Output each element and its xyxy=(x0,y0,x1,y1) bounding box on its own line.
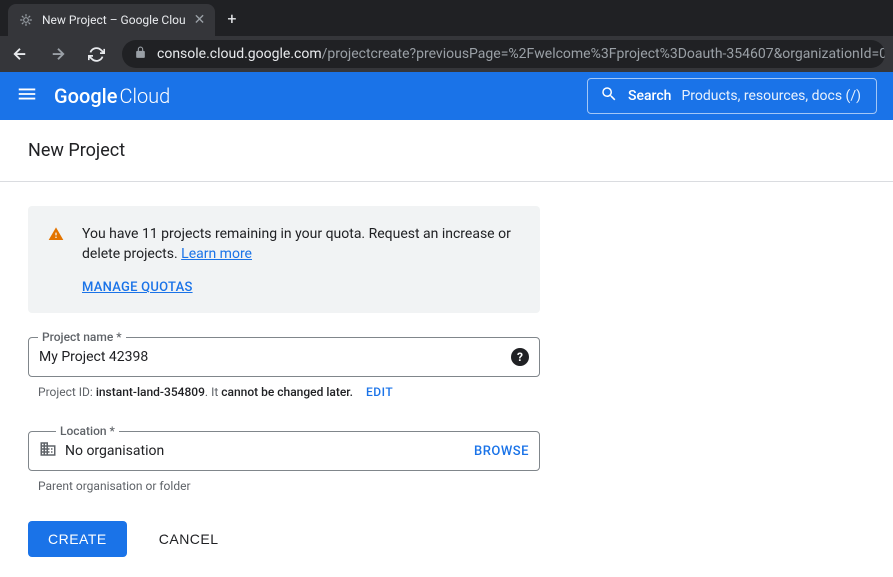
url-input[interactable]: console.cloud.google.com/projectcreate?p… xyxy=(122,40,885,68)
browse-button[interactable]: BROWSE xyxy=(474,444,529,459)
browser-tab[interactable]: New Project – Google Clou ✕ xyxy=(8,4,215,36)
page-content: New Project You have 11 projects remaini… xyxy=(0,120,893,577)
help-icon[interactable]: ? xyxy=(511,348,529,366)
quota-text: You have 11 projects remaining in your q… xyxy=(82,224,520,264)
learn-more-link[interactable]: Learn more xyxy=(181,246,252,262)
divider xyxy=(0,181,893,182)
search-label: Search xyxy=(628,88,671,104)
organization-icon xyxy=(39,440,57,462)
google-cloud-logo[interactable]: Google Cloud xyxy=(54,84,170,108)
search-placeholder: Products, resources, docs (/) xyxy=(681,88,861,104)
search-icon xyxy=(600,85,618,107)
location-value: No organisation xyxy=(65,443,466,459)
page-title: New Project xyxy=(28,140,865,161)
project-name-value: My Project 42398 xyxy=(39,349,503,365)
create-button[interactable]: CREATE xyxy=(28,521,127,557)
tab-favicon-icon xyxy=(18,12,34,28)
forward-button[interactable] xyxy=(46,42,70,66)
search-box[interactable]: Search Products, resources, docs (/) xyxy=(587,78,877,114)
manage-quotas-link[interactable]: MANAGE QUOTAS xyxy=(82,280,193,295)
cloud-header: Google Cloud Search Products, resources,… xyxy=(0,72,893,120)
warning-icon xyxy=(48,226,64,295)
project-id-hint: Project ID: instant-land-354809. It cann… xyxy=(28,385,865,399)
tab-close-icon[interactable]: ✕ xyxy=(194,12,206,28)
tab-title: New Project – Google Clou xyxy=(42,13,186,27)
location-hint: Parent organisation or folder xyxy=(28,479,865,493)
cancel-button[interactable]: CANCEL xyxy=(139,521,239,557)
project-name-field: Project name * My Project 42398 ? xyxy=(28,337,540,377)
browser-chrome: New Project – Google Clou ✕ + console.cl… xyxy=(0,0,893,72)
hamburger-menu-icon[interactable] xyxy=(16,83,38,109)
quota-notice: You have 11 projects remaining in your q… xyxy=(28,206,540,313)
location-field: Location * No organisation BROWSE xyxy=(28,431,540,471)
action-buttons: CREATE CANCEL xyxy=(28,521,865,557)
lock-icon xyxy=(134,46,147,63)
location-label: Location * xyxy=(56,424,119,438)
edit-project-id-link[interactable]: EDIT xyxy=(366,385,393,399)
reload-button[interactable] xyxy=(84,42,108,66)
tab-bar: New Project – Google Clou ✕ + xyxy=(0,0,893,36)
new-tab-button[interactable]: + xyxy=(215,9,248,28)
address-bar: console.cloud.google.com/projectcreate?p… xyxy=(0,36,893,72)
back-button[interactable] xyxy=(8,42,32,66)
project-name-label: Project name * xyxy=(38,330,126,344)
url-text: console.cloud.google.com/projectcreate?p… xyxy=(157,46,885,62)
